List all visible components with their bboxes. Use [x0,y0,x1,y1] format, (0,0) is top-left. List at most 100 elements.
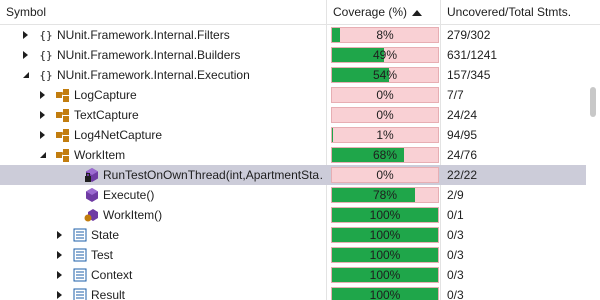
symbol-label: Execute() [103,188,155,202]
expand-arrow-icon[interactable] [40,111,45,119]
coverage-percent: 1% [376,128,394,142]
property-icon [72,227,88,243]
coverage-bar: 100% [331,227,439,243]
coverage-column-header[interactable]: Coverage (%) [327,0,440,25]
coverage-percent: 0% [376,88,394,102]
coverage-tree: {} NUnit.Framework.Internal.Filters 8% 279/… [0,25,586,300]
tree-row[interactable]: Result 100% 0/3 [0,285,586,300]
column-header: Symbol Coverage (%) Uncovered/Total Stmt… [0,0,600,25]
expand-arrow-icon[interactable] [57,251,62,259]
uncovered-total-stmts: 7/7 [447,88,464,102]
uncovered-total-stmts: 22/22 [447,168,478,182]
coverage-bar: 1% [331,127,439,143]
expand-arrow-icon[interactable] [57,271,62,279]
symbol-label: NUnit.Framework.Internal.Filters [57,28,230,42]
coverage-bar: 0% [331,87,439,103]
expand-arrow-icon[interactable] [57,231,62,239]
private-method-icon [84,167,100,183]
expand-arrow-icon[interactable] [23,31,28,39]
symbol-label: NUnit.Framework.Internal.Builders [57,48,241,62]
class-icon [55,87,71,103]
expand-arrow-icon[interactable] [40,91,45,99]
coverage-percent: 100% [369,248,401,262]
coverage-percent: 78% [372,188,398,202]
namespace-icon: {} [38,67,54,83]
tree-row[interactable]: Execute() 78% 2/9 [0,185,586,205]
uncovered-total-stmts: 24/24 [447,108,478,122]
property-icon [72,267,88,283]
uncovered-total-stmts: 0/3 [447,228,464,242]
coverage-percent: 0% [376,108,394,122]
tree-row[interactable]: State 100% 0/3 [0,225,586,245]
coverage-bar: 100% [331,207,439,223]
collapse-arrow-icon[interactable] [23,72,29,78]
svg-text:{}: {} [39,49,52,62]
coverage-bar: 8% [331,27,439,43]
class-icon [55,107,71,123]
namespace-icon: {} [38,27,54,43]
expand-arrow-icon[interactable] [23,51,28,59]
coverage-bar: 0% [331,167,439,183]
coverage-percent: 100% [369,268,401,282]
svg-text:{}: {} [39,69,52,82]
property-icon [72,247,88,263]
coverage-percent: 100% [369,228,401,242]
coverage-percent: 49% [372,48,398,62]
symbol-label: LogCapture [74,88,137,102]
tree-row[interactable]: LogCapture 0% 7/7 [0,85,586,105]
tree-row[interactable]: Log4NetCapture 1% 94/95 [0,125,586,145]
coverage-bar: 49% [331,47,439,63]
tree-row[interactable]: WorkItem() 100% 0/1 [0,205,586,225]
uncovered-total-stmts: 279/302 [447,28,491,42]
tree-row[interactable]: WorkItem 68% 24/76 [0,145,586,165]
class-icon [55,147,71,163]
symbol-label: Log4NetCapture [74,128,163,142]
coverage-percent: 100% [369,208,401,222]
symbol-label: WorkItem() [103,208,163,222]
uncovered-total-stmts: 0/3 [447,248,464,262]
symbol-label: NUnit.Framework.Internal.Execution [57,68,250,82]
constructor-icon [84,207,100,223]
uncovered-total-stmts: 0/1 [447,208,464,222]
tree-row[interactable]: {} NUnit.Framework.Internal.Filters 8% 279/… [0,25,586,45]
symbol-label: Test [91,248,114,262]
coverage-percent: 54% [372,68,398,82]
coverage-bar: 0% [331,107,439,123]
uncovered-column-header[interactable]: Uncovered/Total Stmts. [441,0,586,25]
tree-row[interactable]: Context 100% 0/3 [0,265,586,285]
uncovered-total-stmts: 0/3 [447,288,464,300]
symbol-label: RunTestOnOwnThread(int,ApartmentSta… [103,168,323,182]
coverage-bar: 68% [331,147,439,163]
vertical-scrollbar[interactable] [586,25,600,300]
tree-row[interactable]: Test 100% 0/3 [0,245,586,265]
coverage-bar: 100% [331,247,439,263]
tree-row[interactable]: TextCapture 0% 24/24 [0,105,586,125]
coverage-percent: 100% [369,288,401,300]
scrollbar-thumb[interactable] [590,87,596,117]
uncovered-total-stmts: 94/95 [447,128,478,142]
expand-arrow-icon[interactable] [40,131,45,139]
coverage-percent: 0% [376,168,394,182]
tree-row[interactable]: {} NUnit.Framework.Internal.Execution 54% 1… [0,65,586,85]
coverage-percent: 68% [372,148,398,162]
coverage-bar: 100% [331,267,439,283]
expand-arrow-icon[interactable] [57,291,62,299]
uncovered-total-stmts: 0/3 [447,268,464,282]
class-icon [55,127,71,143]
symbol-label: WorkItem [74,148,126,162]
svg-text:{}: {} [39,29,52,42]
tree-row[interactable]: RunTestOnOwnThread(int,ApartmentSta… 0% 22… [0,165,586,185]
uncovered-total-stmts: 24/76 [447,148,478,162]
namespace-icon: {} [38,47,54,63]
symbol-label: State [91,228,120,242]
uncovered-total-stmts: 157/345 [447,68,491,82]
symbol-label: Context [91,268,133,282]
tree-row[interactable]: {} NUnit.Framework.Internal.Builders 49% 63… [0,45,586,65]
collapse-arrow-icon[interactable] [40,152,46,158]
coverage-bar: 54% [331,67,439,83]
property-icon [72,287,88,300]
symbol-column-header[interactable]: Symbol [0,0,326,25]
method-icon [84,187,100,203]
uncovered-total-stmts: 2/9 [447,188,464,202]
sort-ascending-icon[interactable] [412,10,422,16]
